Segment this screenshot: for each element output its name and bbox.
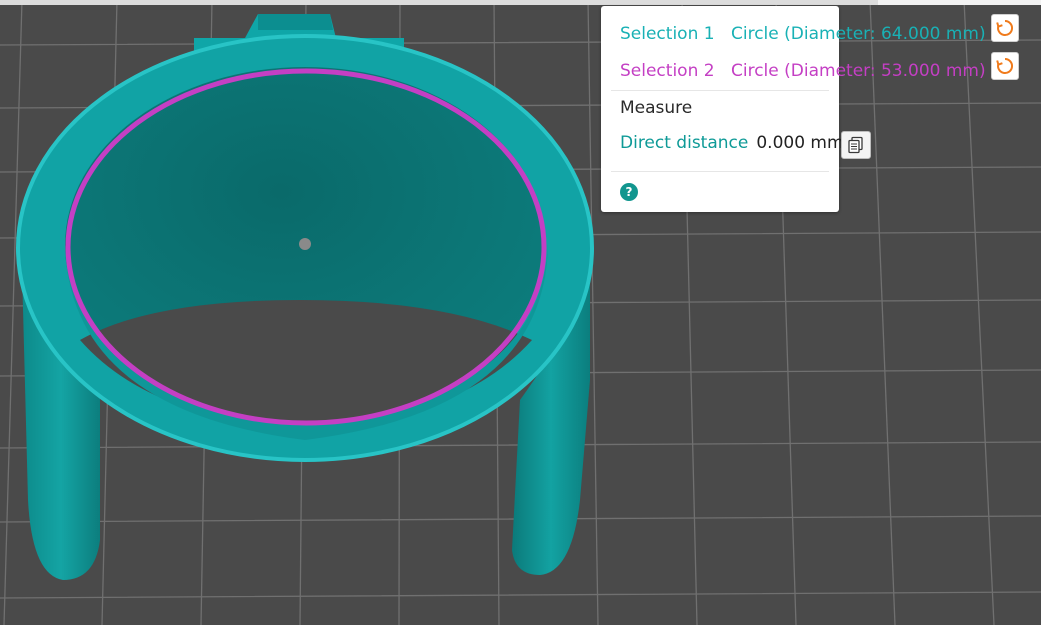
selection-2-reset-button[interactable] <box>991 52 1019 80</box>
center-point <box>299 238 311 250</box>
top-strip-highlight <box>878 0 1041 5</box>
direct-distance-row: Direct distance 0.000 mm <box>620 130 844 156</box>
direct-distance-label: Direct distance <box>620 133 749 153</box>
panel-divider <box>611 171 829 172</box>
copy-distance-button[interactable] <box>841 131 871 159</box>
selection-1-reset-button[interactable] <box>991 14 1019 42</box>
reset-icon <box>996 57 1014 74</box>
copy-icon <box>848 136 863 154</box>
top-window-strip <box>0 0 1041 5</box>
selection-2-row[interactable]: Selection 2 Circle (Diameter: 53.000 mm) <box>620 58 986 84</box>
3d-viewport[interactable] <box>0 0 1041 625</box>
selection-1-row[interactable]: Selection 1 Circle (Diameter: 64.000 mm) <box>620 21 986 47</box>
selection-1-value: Circle (Diameter: 64.000 mm) <box>731 24 986 44</box>
selection-2-label: Selection 2 <box>620 61 715 81</box>
reset-icon <box>996 19 1014 36</box>
measure-panel: Selection 1 Circle (Diameter: 64.000 mm) … <box>601 6 1019 212</box>
top-tab-shade <box>258 14 333 30</box>
selection-2-value: Circle (Diameter: 53.000 mm) <box>731 61 986 81</box>
help-icon[interactable]: ? <box>620 183 638 201</box>
direct-distance-value: 0.000 mm <box>756 133 844 153</box>
panel-divider <box>611 90 829 91</box>
measure-section-title: Measure <box>620 98 693 118</box>
selection-1-label: Selection 1 <box>620 24 715 44</box>
